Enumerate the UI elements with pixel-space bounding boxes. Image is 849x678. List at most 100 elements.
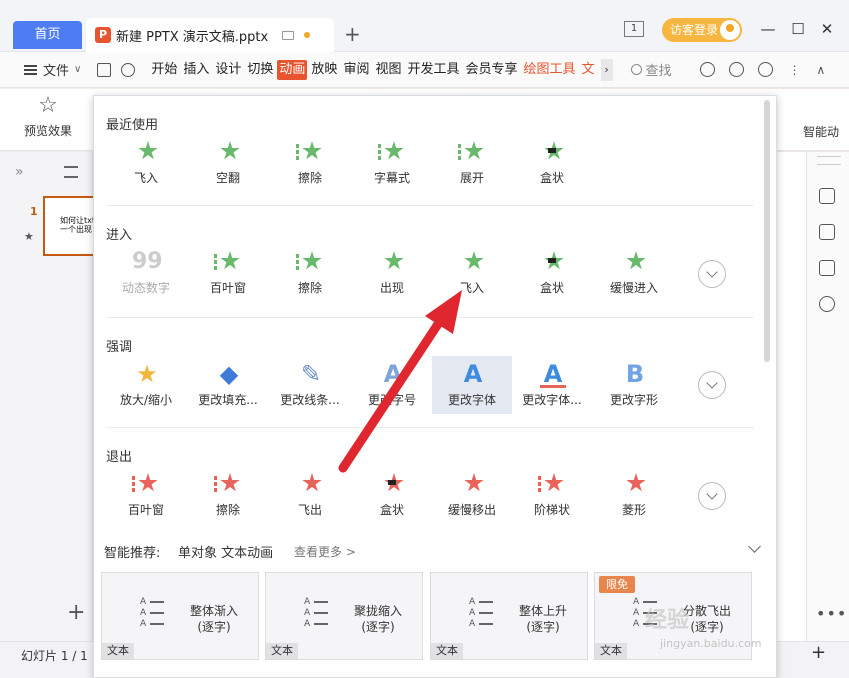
outline-list-icon[interactable] bbox=[64, 166, 78, 178]
anim-item-0-3[interactable]: 字幕式 bbox=[352, 134, 432, 192]
view-more-link[interactable]: 查看更多 > bbox=[294, 543, 356, 560]
anim-item-1-4[interactable]: 飞入 bbox=[432, 244, 512, 302]
anim-item-1-6[interactable]: 缓慢进入 bbox=[594, 244, 674, 302]
preview-effect-button[interactable]: ☆ 预览效果 bbox=[20, 95, 76, 139]
anim-item-1-5[interactable]: 盒状 bbox=[512, 244, 592, 302]
caption-icon bbox=[378, 138, 406, 166]
anim-item-3-4[interactable]: 缓慢移出 bbox=[432, 466, 512, 524]
anim-item-3-3[interactable]: 盒状 bbox=[352, 466, 432, 524]
tab-7[interactable]: 视图 bbox=[373, 60, 403, 80]
more-tabs-icon[interactable]: › bbox=[600, 58, 613, 81]
collapse-ribbon-icon[interactable]: ∧ bbox=[817, 63, 826, 77]
window-count-badge[interactable]: 1 bbox=[624, 21, 644, 37]
more-options-icon[interactable]: ⋮ bbox=[789, 63, 801, 77]
font-icon: A bbox=[463, 360, 483, 388]
slow-icon bbox=[620, 248, 648, 276]
file-menu-label: 文件 bbox=[43, 64, 70, 79]
tab-2[interactable]: 设计 bbox=[213, 60, 243, 80]
expand-exit-button[interactable] bbox=[698, 482, 726, 510]
tab-8[interactable]: 开发工具 bbox=[405, 60, 461, 80]
thumb-line-1: 如何让txt bbox=[60, 216, 96, 225]
tab-4[interactable]: 动画 bbox=[277, 59, 308, 80]
collaborate-icon[interactable] bbox=[728, 62, 744, 77]
anim-item-0-0[interactable]: 飞入 bbox=[106, 134, 186, 192]
recommend-card-2[interactable]: A A A 整体上升 (逐字) 文本 bbox=[430, 572, 588, 660]
section-title-entrance: 进入 bbox=[106, 228, 133, 243]
anim-item-0-4[interactable]: 展开 bbox=[432, 134, 512, 192]
smart-animation-button[interactable]: 智能动 bbox=[793, 95, 849, 140]
anim-item-1-3[interactable]: 出现 bbox=[352, 244, 432, 302]
guest-login-button[interactable]: 访客登录 bbox=[662, 18, 742, 42]
tab-11[interactable]: 文 bbox=[580, 60, 597, 80]
anim-item-3-2[interactable]: 飞出 bbox=[270, 466, 350, 524]
transition-icon[interactable] bbox=[819, 260, 835, 276]
new-tab-plus-icon[interactable]: + bbox=[344, 24, 361, 44]
file-menu[interactable]: 文件 ∨ bbox=[24, 60, 81, 79]
anim-item-2-0[interactable]: ★ 放大/缩小 bbox=[106, 356, 186, 414]
tab-10[interactable]: 绘图工具 bbox=[522, 60, 578, 80]
search-box[interactable]: 查找 bbox=[630, 60, 672, 79]
anim-item-label: 飞入 bbox=[459, 281, 484, 295]
anim-item-1-2[interactable]: 擦除 bbox=[270, 244, 350, 302]
properties-icon[interactable] bbox=[819, 188, 835, 204]
anim-item-2-2[interactable]: ✎ 更改线条... bbox=[270, 356, 350, 414]
tab-5[interactable]: 放映 bbox=[309, 60, 339, 80]
card-title-main: 聚拢缩入 bbox=[353, 604, 402, 618]
recommend-card-1[interactable]: A A A 聚拢缩入 (逐字) 文本 bbox=[265, 572, 423, 660]
anim-item-1-1[interactable]: 百叶窗 bbox=[188, 244, 268, 302]
anim-item-3-1[interactable]: 擦除 bbox=[188, 466, 268, 524]
animation-star-icon: ★ bbox=[24, 230, 34, 243]
anim-item-2-6[interactable]: B 更改字形 bbox=[594, 356, 674, 414]
monitor-icon[interactable] bbox=[282, 30, 295, 40]
help-icon[interactable] bbox=[819, 296, 835, 312]
tab-1[interactable]: 插入 bbox=[181, 60, 211, 80]
anim-item-3-0[interactable]: 百叶窗 bbox=[106, 466, 186, 524]
tab-6[interactable]: 审阅 bbox=[341, 60, 371, 80]
anim-item-3-6[interactable]: 菱形 bbox=[594, 466, 674, 524]
tab-9[interactable]: 会员专享 bbox=[463, 60, 519, 80]
format-painter-icon[interactable] bbox=[121, 62, 136, 77]
anim-item-label: 百叶窗 bbox=[127, 503, 164, 517]
anim-item-label: 更改填充... bbox=[198, 393, 258, 407]
anim-item-2-5[interactable]: A 更改字体... bbox=[512, 356, 592, 414]
recommend-card-0[interactable]: A A A 整体渐入 (逐字) 文本 bbox=[101, 572, 259, 660]
anim-item-2-3[interactable]: A 更改字号 bbox=[352, 356, 432, 414]
smart-recommend-subtitle: 单对象 文本动画 bbox=[178, 546, 274, 561]
spin-icon bbox=[214, 138, 242, 166]
add-slide-icon[interactable]: + bbox=[67, 600, 85, 625]
anim-item-0-5[interactable]: 盒状 bbox=[512, 134, 592, 192]
title-bar: 首页 P 新建 PPTX 演示文稿.pptx + 1 访客登录 — ☐ ✕ bbox=[0, 0, 849, 52]
expand-pane-icon[interactable]: » bbox=[15, 164, 24, 180]
wipe-icon bbox=[296, 138, 324, 166]
anim-item-label: 动态数字 bbox=[121, 281, 170, 295]
document-tab[interactable]: P 新建 PPTX 演示文稿.pptx bbox=[86, 18, 334, 52]
anim-item-label: 擦除 bbox=[297, 281, 322, 295]
anim-item-label: 展开 bbox=[459, 171, 484, 185]
expand-entrance-button[interactable] bbox=[698, 260, 726, 288]
zoom-in-icon[interactable]: + bbox=[811, 642, 826, 663]
share-icon[interactable] bbox=[757, 62, 773, 77]
chevron-down-icon[interactable] bbox=[748, 540, 761, 553]
more-dots-icon[interactable]: ••• bbox=[816, 604, 847, 623]
anim-item-1-0[interactable]: 99 动态数字 bbox=[106, 244, 186, 302]
tab-0[interactable]: 开始 bbox=[149, 60, 179, 80]
close-icon[interactable]: ✕ bbox=[817, 20, 837, 38]
animation-pane-icon[interactable] bbox=[819, 224, 835, 240]
tab-3[interactable]: 切换 bbox=[245, 60, 275, 80]
anim-item-0-1[interactable]: 空翻 bbox=[188, 134, 268, 192]
expand-emphasis-button[interactable] bbox=[698, 371, 726, 399]
minimize-icon[interactable]: — bbox=[758, 20, 778, 38]
home-tab[interactable]: 首页 bbox=[13, 21, 82, 49]
anim-item-2-4[interactable]: A 更改字体 bbox=[432, 356, 512, 414]
anim-item-2-1[interactable]: ◆ 更改填充... bbox=[188, 356, 268, 414]
unsaved-dot-icon bbox=[304, 32, 311, 38]
rbox-icon bbox=[378, 470, 406, 498]
cloud-icon[interactable] bbox=[699, 62, 715, 77]
anim-item-3-5[interactable]: 阶梯状 bbox=[512, 466, 592, 524]
maximize-icon[interactable]: ☐ bbox=[788, 20, 808, 38]
anim-item-0-2[interactable]: 擦除 bbox=[270, 134, 350, 192]
save-icon[interactable] bbox=[97, 62, 112, 77]
panel-scrollbar[interactable] bbox=[764, 100, 770, 362]
pptx-file-icon: P bbox=[95, 27, 111, 43]
anim-item-label: 擦除 bbox=[297, 171, 322, 185]
